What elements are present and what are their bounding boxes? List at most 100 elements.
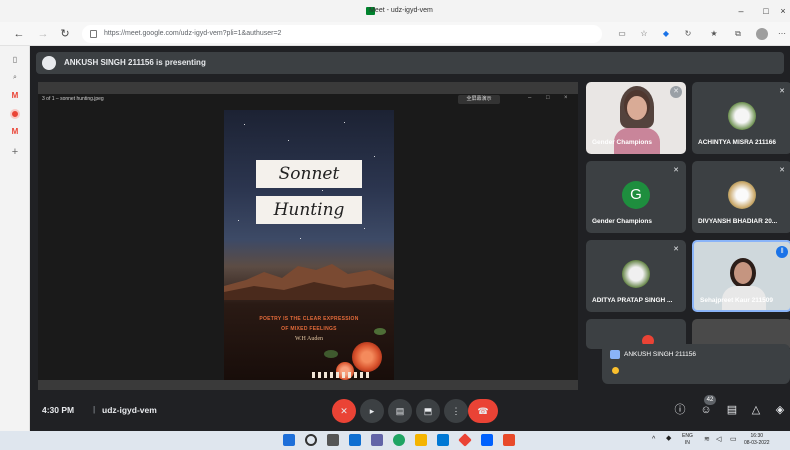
- poster-title-line2: Hunting: [256, 196, 362, 224]
- url-text: https://meet.google.com/udz-igyd-vem?pli…: [104, 30, 282, 37]
- extension-icon[interactable]: ◆: [658, 26, 674, 42]
- refresh-icon[interactable]: ↻: [680, 26, 696, 42]
- more-icon[interactable]: ⋯: [774, 26, 790, 42]
- back-icon[interactable]: ←: [10, 25, 28, 43]
- window-title: Meet - udz-igyd-vem: [369, 7, 433, 14]
- browser-sidebar: ▯ ⌕ M M +: [0, 46, 30, 431]
- mic-off-button[interactable]: ✕: [332, 399, 356, 423]
- info-icon[interactable]: ⓘ: [670, 400, 690, 420]
- lock-icon: [90, 30, 97, 38]
- fullscreen-present-button[interactable]: 全屏幕演示: [458, 95, 500, 104]
- host-controls-icon[interactable]: ◈: [770, 400, 790, 420]
- more-options-button[interactable]: ⋮: [444, 399, 468, 423]
- participant-name: ADITYA PRATAP SINGH ...: [592, 297, 673, 304]
- meet-area: ANKUSH SINGH 211156 is presenting 3 of 1…: [30, 46, 790, 431]
- participant-tile-4[interactable]: ✕ DIVYANSH BHADIAR 20...: [692, 161, 790, 233]
- captions-button[interactable]: ▤: [388, 399, 412, 423]
- mic-off-icon: ✕: [670, 86, 682, 98]
- gmail-icon[interactable]: M: [7, 88, 23, 104]
- widgets-icon[interactable]: [349, 434, 361, 446]
- blossom-decoration: [312, 372, 372, 378]
- meeting-control-bar: 4:30 PM | udz-igyd-vem ✕ ▸ ▤ ⬒ ⋮ ☎ ⓘ ☺ 4…: [30, 394, 790, 431]
- record-icon[interactable]: [7, 106, 23, 122]
- participant-tile-1[interactable]: ✕ Gender Champions: [586, 82, 686, 154]
- poster-title-line1: Sonnet: [256, 160, 362, 188]
- store-icon[interactable]: [437, 434, 449, 446]
- mic-off-icon: ✕: [673, 167, 679, 174]
- volume-icon[interactable]: ◁: [716, 436, 721, 443]
- viewer-close-icon: ×: [564, 95, 568, 101]
- presentation-stage: 3 of 1 – sonnet hunting.jpeg 全屏幕演示 – □ ×…: [38, 82, 578, 390]
- end-call-button[interactable]: ☎: [468, 399, 498, 423]
- presenting-text: ANKUSH SINGH 211156 is presenting: [64, 58, 206, 67]
- tabs-icon[interactable]: ▯: [7, 52, 23, 68]
- meeting-time: 4:30 PM: [42, 405, 75, 415]
- emoji-icon: [612, 367, 619, 374]
- activities-icon[interactable]: △: [746, 400, 766, 420]
- participant-tile-3[interactable]: G ✕ Gender Champions: [586, 161, 686, 233]
- shared-window-top-strip: [38, 82, 578, 94]
- participant-name: DIVYANSH BHADIAR 20...: [698, 218, 778, 225]
- participant-name: Gender Champions: [592, 218, 652, 225]
- poster-quote-line1: POETRY IS THE CLEAR EXPRESSION: [259, 316, 359, 322]
- add-icon[interactable]: +: [7, 144, 23, 160]
- edge-icon[interactable]: [393, 434, 405, 446]
- participant-name: ACHINTYA MISRA 211166: [698, 139, 777, 146]
- reload-icon[interactable]: ↻: [56, 25, 74, 43]
- close-button[interactable]: ×: [770, 0, 790, 22]
- search-icon[interactable]: ⌕: [7, 70, 23, 86]
- screen-icon[interactable]: ▭: [614, 26, 630, 42]
- participant-name: Sehajpreet Kaur 211509: [700, 297, 773, 304]
- chat-icon-button[interactable]: ▤: [722, 400, 742, 420]
- star-icon[interactable]: ☆: [636, 26, 652, 42]
- taskbar-date: 08-03-2022: [744, 440, 770, 446]
- window-title-bar: Meet - udz-igyd-vem – □ ×: [0, 0, 790, 22]
- tray-chevron-icon[interactable]: ^: [652, 436, 655, 443]
- language-region: IN: [684, 440, 690, 446]
- collections-icon[interactable]: ⧉: [730, 26, 746, 42]
- poster-quote-line2: OF MIXED FEELINGS: [281, 326, 337, 332]
- forward-icon[interactable]: →: [34, 25, 52, 43]
- minimize-button[interactable]: –: [728, 0, 754, 22]
- shared-file-name: 3 of 1 – sonnet hunting.jpeg: [42, 96, 104, 102]
- participant-tile-2[interactable]: ✕ ACHINTYA MISRA 211166: [692, 82, 790, 154]
- office-icon[interactable]: [503, 434, 515, 446]
- profile-icon[interactable]: [756, 28, 768, 40]
- tray-shield-icon[interactable]: ◆: [666, 435, 671, 442]
- shared-window-bottom-strip: [38, 380, 578, 390]
- dropbox-icon[interactable]: [481, 434, 493, 446]
- leaf-decoration: [324, 350, 338, 358]
- favorites-icon[interactable]: ★: [706, 26, 722, 42]
- language-indicator[interactable]: ENG IN: [682, 433, 693, 447]
- search-taskbar-icon[interactable]: [305, 434, 317, 446]
- taskbar-clock[interactable]: 16:30 08-03-2022: [744, 433, 770, 447]
- task-view-icon[interactable]: [327, 434, 339, 446]
- viewer-maximize-icon: □: [546, 95, 550, 101]
- participant-avatar: [622, 260, 650, 288]
- windows-taskbar: ^ ◆ ENG IN ≋ ◁ ▭ 16:30 08-03-2022: [0, 431, 790, 450]
- app-icon[interactable]: [458, 433, 472, 447]
- chat-icon: [610, 350, 620, 359]
- participant-face: [627, 96, 647, 120]
- participant-count-badge: 42: [704, 395, 716, 405]
- wifi-icon[interactable]: ≋: [704, 436, 710, 443]
- participant-tile-6[interactable]: ⦀ Sehajpreet Kaur 211509: [692, 240, 790, 312]
- browser-toolbar: ← → ↻ https://meet.google.com/udz-igyd-v…: [0, 22, 790, 46]
- present-button[interactable]: ⬒: [416, 399, 440, 423]
- gmail-icon-2[interactable]: M: [7, 124, 23, 140]
- sonnet-hunting-poster: Sonnet Hunting POETRY IS THE CLEAR EXPRE…: [224, 110, 394, 380]
- rose-decoration: [352, 342, 382, 372]
- chat-sender: ANKUSH SINGH 211156: [624, 351, 697, 358]
- teams-icon[interactable]: [371, 434, 383, 446]
- file-explorer-icon[interactable]: [415, 434, 427, 446]
- chat-notification[interactable]: ANKUSH SINGH 211156: [602, 344, 790, 384]
- start-icon[interactable]: [283, 434, 295, 446]
- participant-letter-avatar: G: [622, 181, 650, 209]
- camera-button[interactable]: ▸: [360, 399, 384, 423]
- mic-off-icon: ✕: [779, 88, 785, 95]
- participant-tile-5[interactable]: ✕ ADITYA PRATAP SINGH ...: [586, 240, 686, 312]
- address-bar[interactable]: https://meet.google.com/udz-igyd-vem?pli…: [82, 25, 602, 43]
- battery-icon[interactable]: ▭: [730, 436, 737, 443]
- taskbar-time: 16:30: [750, 433, 764, 439]
- separator: |: [93, 404, 96, 414]
